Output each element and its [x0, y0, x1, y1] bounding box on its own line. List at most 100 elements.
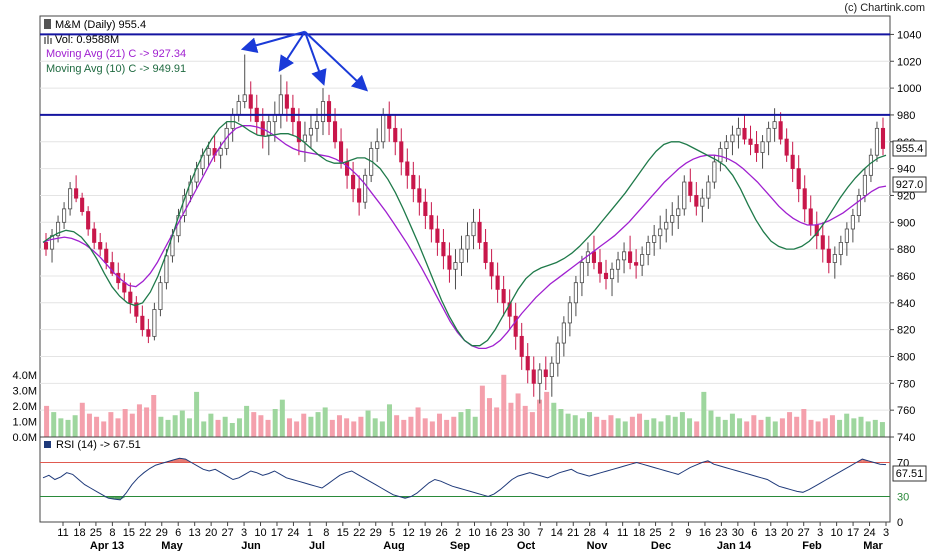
candle-body [634, 262, 639, 266]
ma21-tag: 927.0 [892, 176, 927, 193]
candle-body [302, 134, 307, 143]
candle-body [694, 195, 699, 207]
volume-bar [394, 415, 400, 437]
volume-bar [765, 416, 771, 437]
candle-body [80, 197, 85, 212]
x-day-label: 29 [156, 527, 168, 539]
ma21-tag-label: 927.0 [896, 179, 924, 191]
volume-tick-label: 1.0M [13, 416, 37, 428]
legend-rsi: RSI (14) -> 67.51 [56, 439, 141, 451]
candle-body [778, 121, 783, 140]
candle-body [802, 188, 807, 210]
candle-body [724, 141, 729, 149]
candle-body [393, 127, 398, 143]
x-month-label: Mar [863, 540, 883, 551]
volume-bar [144, 407, 150, 437]
volume-bar [465, 409, 471, 437]
candle-body [874, 127, 880, 156]
candle-body [441, 242, 446, 257]
candle-body [808, 208, 813, 226]
rsi-last-label: 67.51 [896, 468, 924, 480]
volume-bar [94, 416, 100, 437]
volume-bar [201, 421, 207, 437]
volume-bar [244, 405, 250, 437]
candle-body [447, 255, 452, 270]
volume-bar [51, 412, 57, 437]
x-month-label: Oct [517, 540, 536, 551]
candle-body [98, 242, 103, 250]
candle-body [399, 141, 404, 163]
candle-body [748, 138, 753, 145]
rsi-last-tag: 67.51 [892, 465, 927, 482]
candle-body [435, 228, 440, 243]
candle-body [104, 248, 109, 263]
volume-bar [879, 422, 885, 437]
candle-body [351, 174, 356, 190]
candle-body [549, 362, 554, 378]
x-month-label: Jan 14 [717, 540, 752, 551]
volume-bar [422, 418, 428, 437]
volume-bar [258, 415, 264, 437]
candle-body [537, 369, 542, 384]
volume-bar [451, 416, 457, 437]
candle-body [555, 342, 560, 364]
candle-body [152, 309, 157, 337]
volume-bar [72, 415, 78, 437]
volume-bar [687, 418, 693, 437]
volume-bar [429, 421, 435, 437]
price-panel-frame [39, 15, 891, 438]
volume-bar [222, 416, 228, 437]
volume-bar [822, 418, 828, 437]
candle-body [332, 121, 338, 143]
x-day-label: 16 [485, 527, 497, 539]
candle-body [868, 154, 874, 176]
candle-body [688, 181, 693, 196]
volume-bar [215, 419, 221, 437]
legend-ma21: Moving Avg (21) C -> 927.34 [46, 48, 186, 60]
candle-body [489, 262, 494, 277]
candle-body [459, 248, 464, 263]
x-day-label: 10 [830, 527, 842, 539]
candle-body [742, 127, 747, 140]
price-tick-label: 880 [897, 244, 915, 256]
candle-body [790, 154, 795, 170]
stock-chart: (c) Chartink.com 74076078080082084086088… [13, 2, 927, 552]
volume-tick-label: 3.0M [13, 385, 37, 397]
x-day-label: 21 [567, 527, 579, 539]
price-tick-label: 800 [897, 351, 915, 363]
volume-bar [551, 402, 557, 437]
candle-body [272, 114, 277, 123]
volume-bar [458, 412, 464, 437]
x-day-label: 26 [435, 527, 447, 539]
candle-body [140, 315, 145, 331]
x-day-label: 14 [551, 527, 563, 539]
volume-bar [844, 413, 850, 437]
candle-body [68, 188, 73, 210]
candle-body [236, 101, 241, 116]
candle-body [314, 121, 320, 129]
volume-bar [851, 418, 857, 437]
candle-body [43, 242, 49, 250]
volume-bar [165, 419, 171, 437]
volume-bar [472, 416, 478, 437]
candle-body [597, 262, 603, 274]
volume-bar [629, 416, 635, 437]
volume-bar [751, 415, 757, 437]
x-day-label: 29 [370, 527, 382, 539]
candle-body [573, 282, 578, 304]
x-day-label: 20 [205, 527, 217, 539]
x-axis: 11 18 25 8 15 22 29 6 13 20 27 3 10 17 24 1 8 15 22 29 5 12 19… [57, 522, 889, 552]
volume-bar [565, 413, 571, 437]
x-month-label: Jul [309, 540, 325, 551]
volume-bar [579, 418, 585, 437]
volume-bar [544, 391, 550, 437]
candle-body [375, 141, 380, 149]
x-day-label: 22 [139, 527, 151, 539]
volume-bar [708, 410, 714, 437]
volume-bar [386, 404, 392, 437]
volume-bar [837, 419, 843, 437]
candle-body [206, 148, 211, 156]
volume-bar [872, 419, 878, 437]
x-day-label: 23 [715, 527, 727, 539]
candle-body [284, 94, 289, 109]
